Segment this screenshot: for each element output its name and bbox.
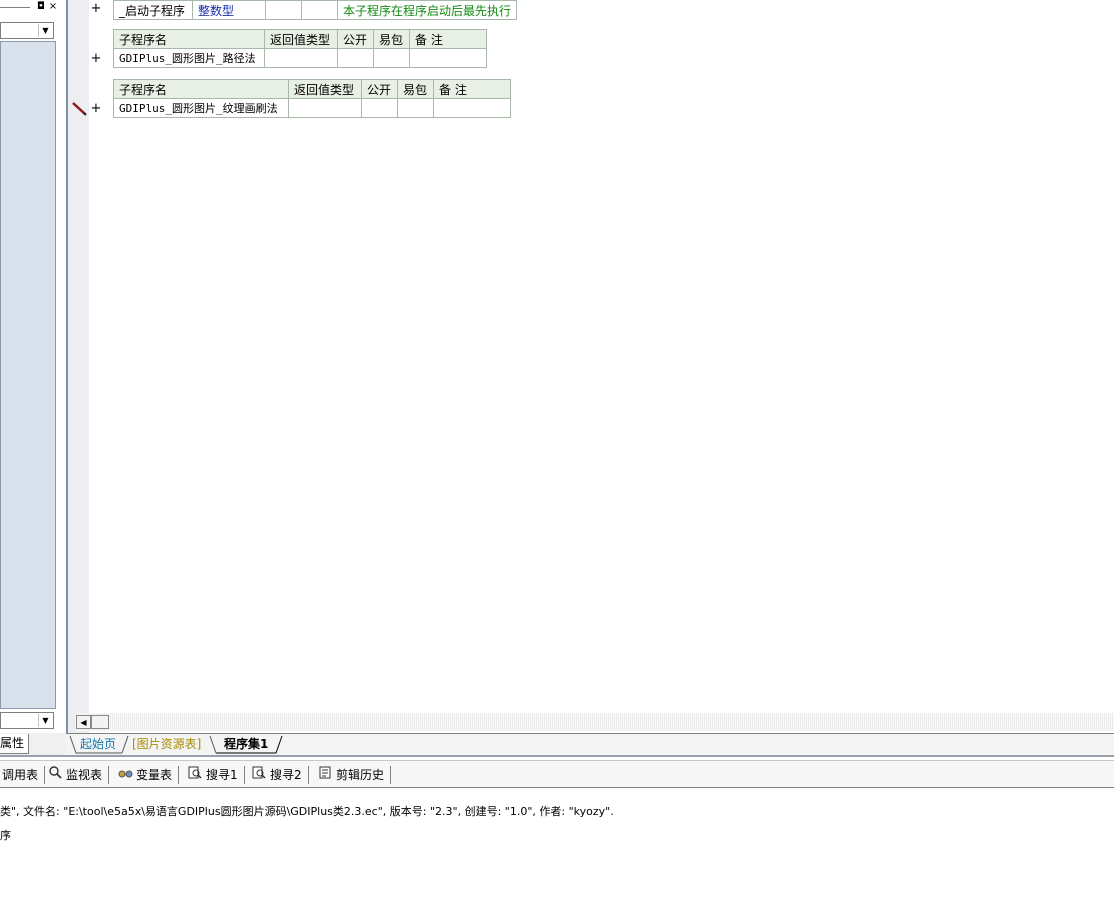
comment-cell[interactable] — [433, 98, 511, 118]
header-epackage: 易包 — [397, 79, 434, 99]
magnifier-icon — [48, 766, 62, 784]
header-comment: 备 注 — [433, 79, 511, 99]
subroutine-table: 子程序名 返回值类型 公开 易包 备 注 GDIPlus_圆形图片_纹理画刷法 — [113, 79, 511, 118]
clip-history-label: 剪辑历史 — [336, 768, 385, 782]
table-row: GDIPlus_圆形图片_纹理画刷法 — [113, 98, 511, 118]
search-doc-icon — [252, 766, 266, 784]
public-cell[interactable] — [361, 98, 398, 118]
search2-label: 搜寻2 — [270, 768, 302, 782]
search2-button[interactable]: 搜寻2 — [252, 766, 309, 784]
header-subroutine-name: 子程序名 — [113, 29, 265, 49]
variables-icon — [118, 766, 133, 784]
variable-table-label: 变量表 — [136, 768, 173, 782]
tab-image-resources[interactable]: [图片资源表] — [132, 736, 201, 753]
toolbar-separator — [0, 755, 1114, 757]
header-comment: 备 注 — [409, 29, 487, 49]
clipboard-icon — [318, 766, 332, 784]
restore-icon[interactable]: ◘ — [35, 1, 47, 13]
output-panel[interactable]: 类", 文件名: "E:\tool\e5a5x\易语言GDIPlus圆形图片源码… — [0, 789, 1114, 915]
property-list[interactable] — [0, 41, 56, 709]
table-row: _启动子程序 整数型 本子程序在程序启动后最先执行 — [113, 0, 518, 20]
scroll-left-icon[interactable]: ◀ — [76, 715, 91, 729]
titlebar-grip — [0, 7, 30, 8]
table-header-row: 子程序名 返回值类型 公开 易包 备 注 — [113, 29, 487, 49]
header-return-type: 返回值类型 — [264, 29, 338, 49]
clip-history-button[interactable]: 剪辑历史 — [318, 766, 392, 784]
chevron-down-icon[interactable]: ▼ — [38, 24, 52, 37]
call-table-label: 调用表 — [2, 768, 39, 782]
horizontal-scrollbar[interactable]: ◀ — [74, 713, 1114, 731]
watch-table-button[interactable]: 监视表 — [48, 766, 110, 784]
public-cell[interactable] — [265, 0, 302, 20]
return-type[interactable]: 整数型 — [192, 0, 266, 20]
subroutine-name[interactable]: _启动子程序 — [113, 0, 193, 20]
left-panel-titlebar: ◘ × — [0, 0, 62, 17]
subroutine-table: _启动子程序 整数型 本子程序在程序启动后最先执行 — [113, 0, 518, 20]
public-cell[interactable] — [337, 48, 374, 68]
header-return-type: 返回值类型 — [288, 79, 362, 99]
subroutine-name[interactable]: GDIPlus_圆形图片_路径法 — [113, 48, 265, 68]
left-panel-tabs: 属性 — [0, 733, 68, 755]
variable-table-button[interactable]: 变量表 — [118, 766, 180, 784]
subroutine-name[interactable]: GDIPlus_圆形图片_纹理画刷法 — [113, 98, 289, 118]
return-type[interactable] — [264, 48, 338, 68]
header-public: 公开 — [361, 79, 398, 99]
expand-toggle[interactable]: + — [90, 1, 102, 16]
table-header-row: 子程序名 返回值类型 公开 易包 备 注 — [113, 79, 511, 99]
call-table-button[interactable]: 调用表 — [2, 766, 46, 784]
bottom-toolbar: 调用表 监视表 变量表 搜寻1 搜寻2 剪辑历史 — [0, 760, 1114, 788]
scrollbar-thumb[interactable] — [91, 715, 109, 729]
tab-properties[interactable]: 属性 — [0, 734, 30, 754]
search-doc-icon — [188, 766, 202, 784]
search1-button[interactable]: 搜寻1 — [188, 766, 245, 784]
expand-toggle[interactable]: + — [90, 101, 102, 116]
comment-cell[interactable] — [409, 48, 487, 68]
chevron-down-icon[interactable]: ▼ — [38, 714, 52, 727]
close-icon[interactable]: × — [47, 1, 59, 13]
subroutine-table: 子程序名 返回值类型 公开 易包 备 注 GDIPlus_圆形图片_路径法 — [113, 29, 487, 68]
tab-program-set-1[interactable]: 程序集1 — [224, 736, 268, 753]
watch-table-label: 监视表 — [66, 768, 103, 782]
edit-pencil-icon — [71, 102, 87, 116]
header-epackage: 易包 — [373, 29, 410, 49]
header-public: 公开 — [337, 29, 374, 49]
search1-label: 搜寻1 — [206, 768, 238, 782]
return-type[interactable] — [288, 98, 362, 118]
left-panel-dropdown[interactable]: ▼ — [0, 22, 54, 39]
output-line: 类", 文件名: "E:\tool\e5a5x\易语言GDIPlus圆形图片源码… — [0, 805, 614, 818]
epackage-cell[interactable] — [301, 0, 338, 20]
left-panel-bottom-dropdown[interactable]: ▼ — [0, 712, 54, 729]
comment-cell[interactable]: 本子程序在程序启动后最先执行 — [336, 0, 518, 20]
epackage-cell[interactable] — [373, 48, 410, 68]
tab-start-page[interactable]: 起始页 — [80, 736, 116, 753]
table-row: GDIPlus_圆形图片_路径法 — [113, 48, 487, 68]
epackage-cell[interactable] — [397, 98, 434, 118]
output-line: 序 — [0, 829, 11, 842]
editor-tab-bar: 起始页 [图片资源表] 程序集1 — [66, 733, 1114, 755]
expand-toggle[interactable]: + — [90, 51, 102, 66]
header-subroutine-name: 子程序名 — [113, 79, 289, 99]
